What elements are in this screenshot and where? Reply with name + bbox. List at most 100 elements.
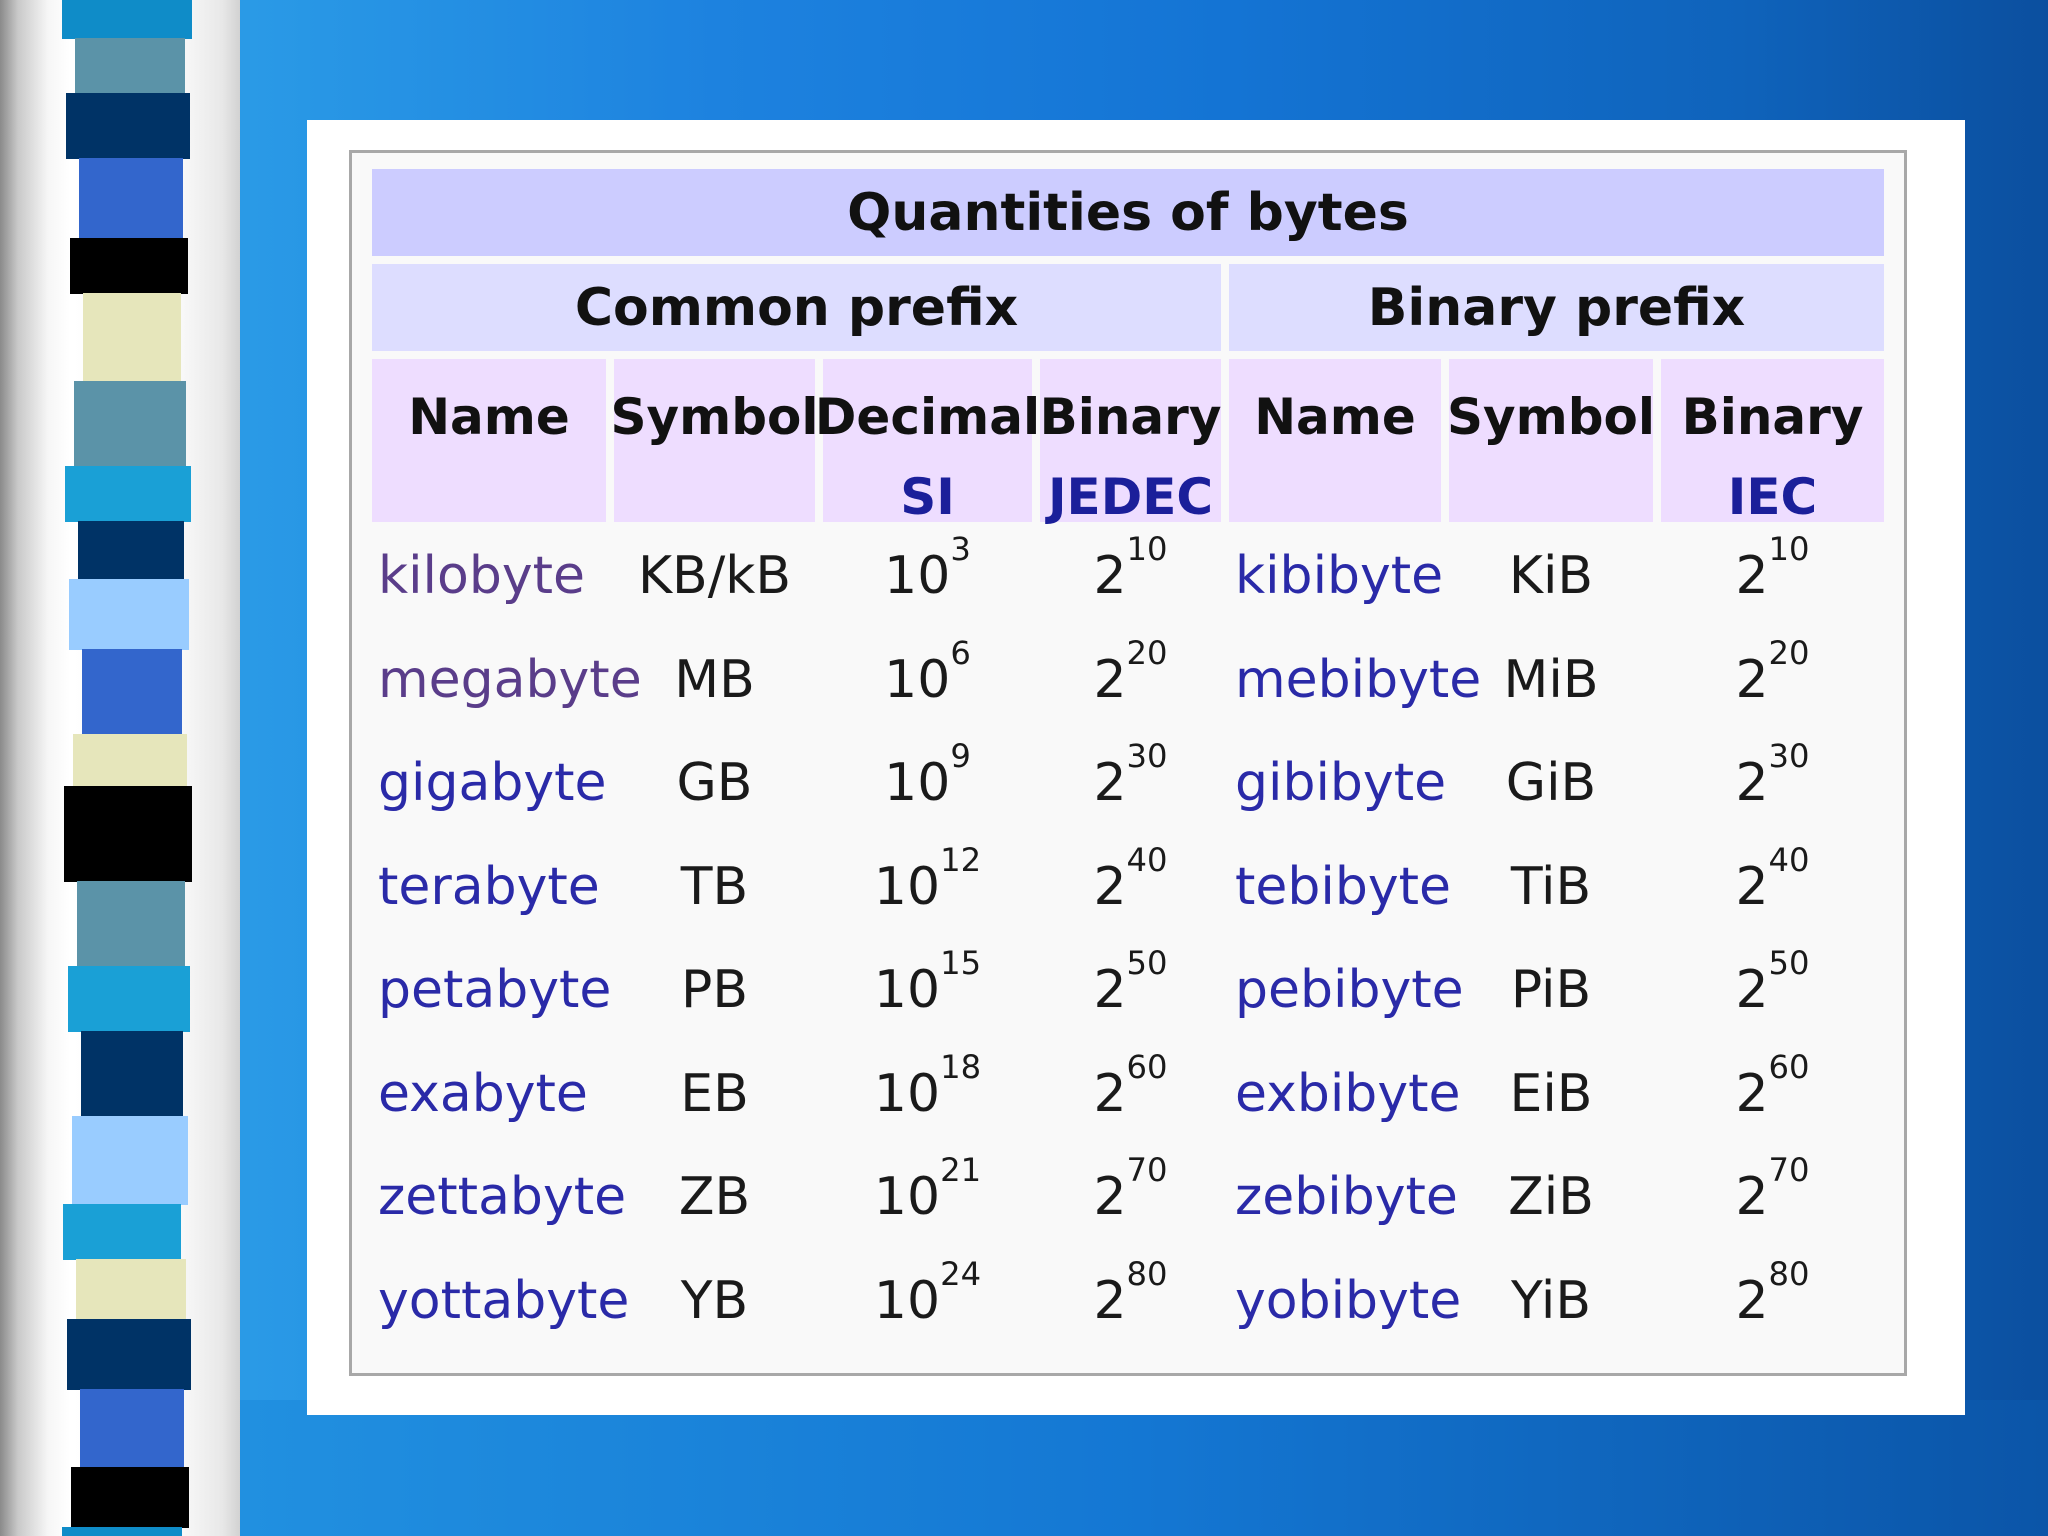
symbol-text: PB [680,960,749,1020]
binary-symbol-text: YiB [1510,1271,1592,1331]
binary-name-link[interactable]: exbibyte [1229,1046,1460,1142]
decorative-stripe-bar [0,0,240,1536]
stripe [78,521,184,580]
binary-base: 2 [1093,650,1127,710]
decimal-base: 10 [873,857,941,917]
stripe [81,1031,183,1117]
name-link[interactable]: kilobyte [372,528,606,624]
iec-cell: 2 50 [1661,942,1884,1038]
binary-base: 2 [1093,857,1127,917]
binary-symbol-cell: KiB [1449,528,1653,624]
stripe [64,786,192,882]
name-link[interactable]: yottabyte [372,1253,629,1349]
column-header-5: Symbol [1447,359,1655,522]
binary-cell: 2 30 [1040,735,1221,831]
decimal-cell: 10 15 [823,942,1032,1038]
stripe [83,293,181,382]
symbol-text: YB [680,1271,749,1331]
symbol-text: MB [674,650,755,710]
name-link[interactable]: zettabyte [372,1149,626,1245]
stripe [67,1319,191,1390]
iec-base: 2 [1735,650,1769,710]
decimal-exponent: 9 [950,736,971,775]
binary-symbol-cell: MiB [1449,632,1653,728]
symbol-text: KB/kB [637,546,792,606]
binary-symbol-cell: GiB [1449,735,1653,831]
iec-exponent: 80 [1768,1254,1810,1293]
iec-cell: 2 40 [1661,839,1884,935]
decimal-exponent: 3 [950,529,971,568]
symbol-cell: TB [614,839,815,935]
name-link[interactable]: megabyte [372,632,642,728]
binary-name-link[interactable]: yobibyte [1229,1253,1461,1349]
name-link[interactable]: exabyte [372,1046,606,1142]
name-text: petabyte [378,960,612,1020]
binary-cell: 2 50 [1040,942,1221,1038]
name-text: exabyte [378,1064,588,1124]
symbol-text: ZB [678,1167,751,1227]
group-binary-label: Binary prefix [1367,277,1746,338]
binary-name-text: zebibyte [1235,1167,1458,1227]
symbol-text: EB [680,1064,749,1124]
binary-symbol-text: MiB [1503,650,1599,710]
decimal-exponent: 12 [940,840,982,879]
binary-base: 2 [1093,1167,1127,1227]
iec-cell: 2 10 [1661,528,1884,624]
binary-symbol-text: PiB [1510,960,1592,1020]
decimal-cell: 10 12 [823,839,1032,935]
column-label: Decimal [814,388,1041,446]
decimal-base: 10 [884,546,951,606]
column-label: Symbol [610,388,819,446]
iec-base: 2 [1735,857,1769,917]
binary-base: 2 [1093,753,1127,813]
binary-name-text: mebibyte [1235,650,1482,710]
column-header-4: Name [1229,359,1441,522]
symbol-cell: GB [614,735,815,831]
column-label: Symbol [1447,388,1655,446]
stripe [77,881,185,967]
decimal-cell: 10 3 [823,528,1032,624]
decimal-cell: 10 9 [823,735,1032,831]
decimal-base: 10 [873,960,941,1020]
symbol-cell: EB [614,1046,815,1142]
binary-name-link[interactable]: kibibyte [1229,528,1443,624]
binary-name-link[interactable]: pebibyte [1229,942,1464,1038]
iec-cell: 2 80 [1661,1253,1884,1349]
column-header-2: Decimal SI [815,359,1040,526]
binary-exponent: 70 [1126,1150,1168,1189]
binary-name-link[interactable]: mebibyte [1229,632,1481,728]
iec-cell: 2 70 [1661,1149,1884,1245]
binary-exponent: 20 [1126,633,1168,672]
iec-exponent: 30 [1768,736,1810,775]
binary-base: 2 [1093,960,1127,1020]
binary-name-link[interactable]: tebibyte [1229,839,1451,935]
column-label: Binary [1039,388,1222,446]
name-link[interactable]: gigabyte [372,735,607,831]
binary-exponent: 30 [1126,736,1168,775]
stripe [70,238,188,294]
column-standard: JEDEC [1047,468,1214,526]
binary-name-link[interactable]: gibibyte [1229,735,1446,831]
column-header-3: Binary JEDEC [1039,359,1222,526]
name-link[interactable]: terabyte [372,839,606,935]
table-title-text: Quantities of bytes [847,182,1409,243]
decimal-exponent: 18 [940,1047,982,1086]
decimal-base: 10 [873,1064,941,1124]
binary-exponent: 60 [1126,1047,1168,1086]
group-header-common: Common prefix [372,264,1221,351]
decimal-base: 10 [873,1167,941,1227]
symbol-cell: KB/kB [614,528,815,624]
binary-cell: 2 80 [1040,1253,1221,1349]
decimal-exponent: 24 [940,1254,982,1293]
decimal-cell: 10 21 [823,1149,1032,1245]
iec-base: 2 [1735,960,1769,1020]
binary-exponent: 50 [1126,943,1168,982]
binary-cell: 2 40 [1040,839,1221,935]
binary-base: 2 [1093,1064,1127,1124]
stripe [82,649,182,735]
decimal-cell: 10 24 [823,1253,1032,1349]
name-link[interactable]: petabyte [372,942,611,1038]
column-header-1: Symbol [611,359,819,522]
binary-cell: 2 70 [1040,1149,1221,1245]
binary-name-link[interactable]: zebibyte [1229,1149,1458,1245]
